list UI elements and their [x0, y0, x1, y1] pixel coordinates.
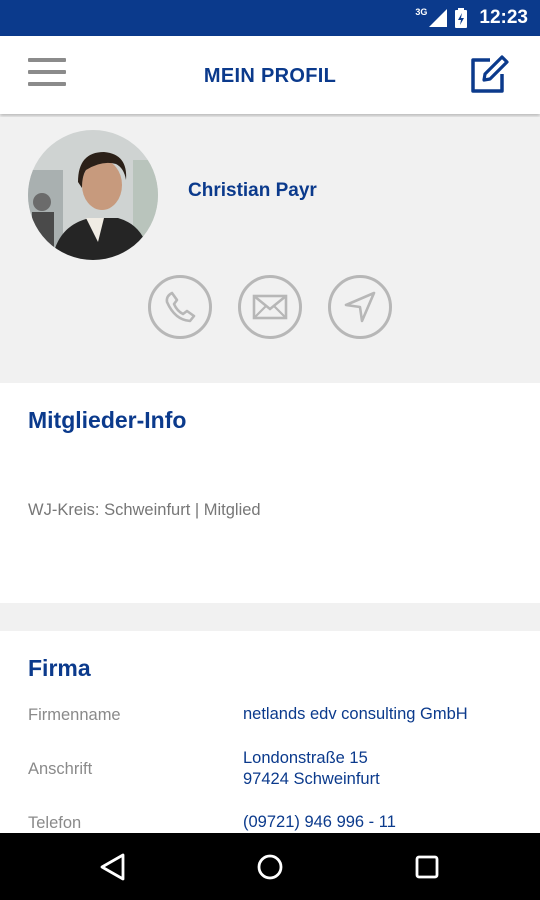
- company-card: Firma Firmenname netlands edv consulting…: [0, 631, 540, 833]
- edit-icon[interactable]: [468, 54, 510, 96]
- status-bar: 3G 12:23: [0, 0, 540, 36]
- page-title: MEIN PROFIL: [203, 65, 337, 87]
- address-street: Londonstraße 15: [243, 749, 368, 767]
- avatar: [28, 130, 158, 260]
- address-city: 97424 Schweinfurt: [243, 770, 380, 788]
- wj-kreis-text: WJ-Kreis: Schweinfurt | Mitglied: [28, 501, 261, 519]
- navigate-button[interactable]: [328, 275, 392, 339]
- back-icon[interactable]: [96, 850, 130, 884]
- call-button[interactable]: [148, 275, 212, 339]
- profile-name: Christian Payr: [188, 180, 317, 201]
- clock: 12:23: [479, 7, 528, 28]
- battery-icon: [455, 8, 468, 28]
- system-nav-bar: [0, 833, 540, 900]
- address-label: Anschrift: [28, 760, 93, 778]
- envelope-icon: [252, 294, 288, 320]
- profile-header: Christian Payr: [0, 117, 540, 383]
- company-name-label: Firmenname: [28, 706, 121, 724]
- status-icons: 3G 12:23: [415, 0, 528, 36]
- company-heading: Firma: [28, 655, 91, 681]
- app-bar: MEIN PROFIL: [0, 36, 540, 114]
- member-info-card: Mitglieder-Info WJ-Kreis: Schweinfurt | …: [0, 383, 540, 603]
- phone-value[interactable]: (09721) 946 996 - 11: [243, 812, 396, 833]
- company-name-value: netlands edv consulting GmbH: [243, 705, 468, 723]
- email-button[interactable]: [238, 275, 302, 339]
- recent-apps-icon[interactable]: [410, 850, 444, 884]
- address-value[interactable]: Londonstraße 15 97424 Schweinfurt: [243, 748, 380, 790]
- signal-icon: [429, 9, 448, 27]
- network-type-label: 3G: [415, 7, 428, 17]
- home-icon[interactable]: [253, 850, 287, 884]
- phone-label: Telefon: [28, 814, 82, 832]
- member-info-heading: Mitglieder-Info: [28, 407, 187, 433]
- phone-icon: [165, 291, 196, 323]
- navigation-arrow-icon: [344, 291, 376, 323]
